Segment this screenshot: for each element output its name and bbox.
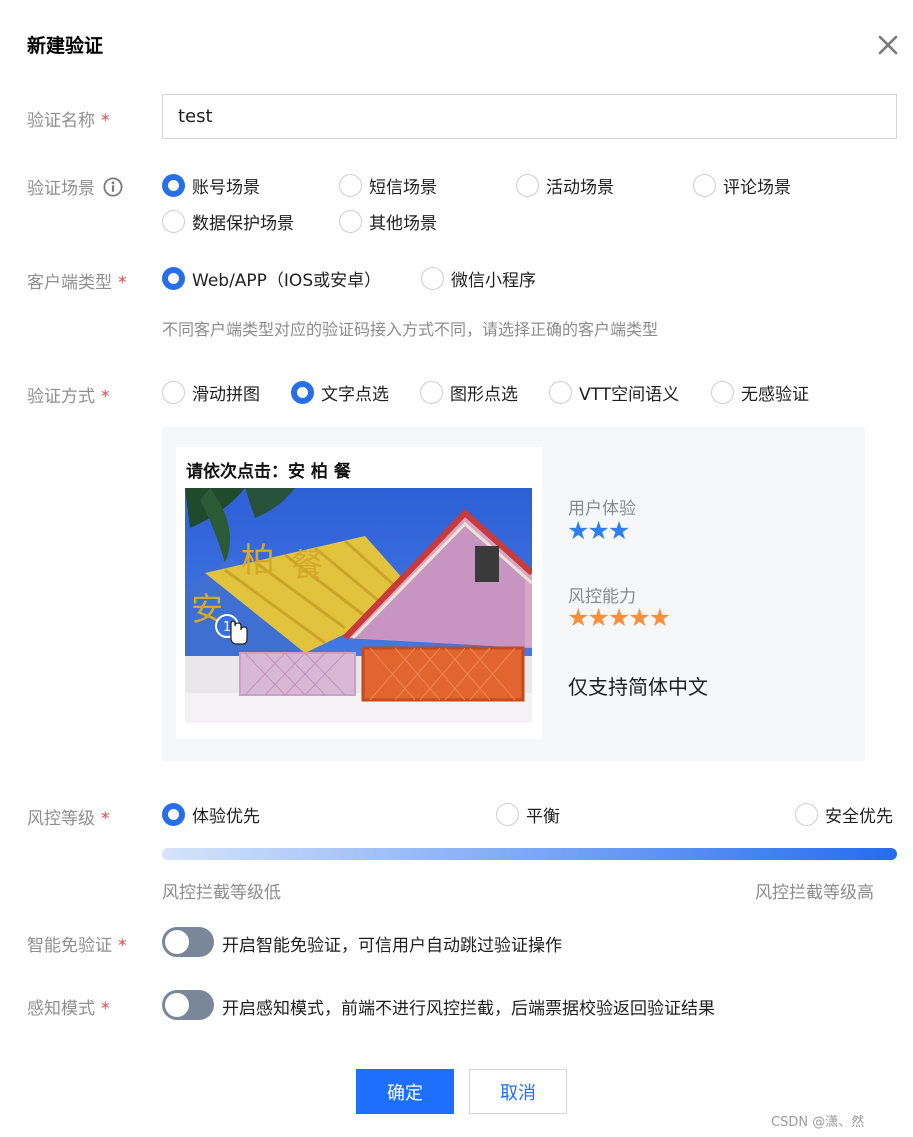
- info-icon[interactable]: [103, 177, 123, 197]
- scene-option-account[interactable]: 账号场景: [162, 173, 260, 198]
- confirm-button[interactable]: 确定: [356, 1069, 454, 1114]
- scene-option-other[interactable]: 其他场景: [339, 209, 437, 234]
- user-experience-stars: ★★★: [567, 516, 630, 545]
- close-icon[interactable]: [875, 32, 901, 58]
- risk-level-high-label: 风控拦截等级高: [755, 883, 874, 903]
- toggle-knob: [165, 930, 189, 954]
- radio-dot: [162, 174, 185, 197]
- radio-dot: [421, 267, 444, 290]
- required-mark: *: [101, 387, 110, 407]
- scene-option-sms[interactable]: 短信场景: [339, 173, 437, 198]
- required-mark: *: [118, 273, 127, 293]
- radio-dot: [693, 174, 716, 197]
- client-option-web-app[interactable]: Web/APP（IOS或安卓）: [162, 266, 381, 291]
- required-mark: *: [118, 936, 127, 956]
- method-option-text-click[interactable]: 文字点选: [291, 380, 389, 405]
- required-mark: *: [101, 809, 110, 829]
- method-option-invisible[interactable]: 无感验证: [711, 380, 809, 405]
- client-type-label: 客户端类型 *: [27, 273, 127, 293]
- radio-dot: [516, 174, 539, 197]
- method-option-slide-puzzle[interactable]: 滑动拼图: [162, 380, 260, 405]
- name-label: 验证名称 *: [27, 111, 110, 131]
- captcha-char: 餐: [291, 546, 323, 584]
- captcha-preview-card: 请依次点击：安 柏 餐 安 柏 餐 1: [176, 447, 542, 739]
- radio-dot: [162, 267, 185, 290]
- smart-skip-toggle[interactable]: [162, 927, 214, 957]
- captcha-char: 柏: [241, 541, 275, 581]
- language-support-note: 仅支持简体中文: [568, 675, 708, 699]
- cancel-button[interactable]: 取消: [469, 1069, 567, 1114]
- perception-description: 开启感知模式，前端不进行风控拦截，后端票据校验返回验证结果: [222, 999, 715, 1019]
- perception-toggle[interactable]: [162, 990, 214, 1020]
- method-label: 验证方式 *: [27, 387, 110, 407]
- scene-option-activity[interactable]: 活动场景: [516, 173, 614, 198]
- radio-dot: [420, 381, 443, 404]
- radio-dot: [162, 803, 185, 826]
- radio-dot: [291, 381, 314, 404]
- risk-level-label: 风控等级 *: [27, 809, 110, 829]
- client-option-wechat-miniprogram[interactable]: 微信小程序: [421, 266, 536, 291]
- required-mark: *: [101, 999, 110, 1019]
- radio-dot: [795, 803, 818, 826]
- method-option-image-click[interactable]: 图形点选: [420, 380, 518, 405]
- risk-option-experience-first[interactable]: 体验优先: [162, 802, 260, 827]
- risk-control-stars: ★★★★★: [567, 603, 671, 632]
- dialog-title: 新建验证: [27, 35, 104, 57]
- client-type-hint: 不同客户端类型对应的验证码接入方式不同，请选择正确的客户端类型: [162, 320, 659, 339]
- smart-skip-label: 智能免验证 *: [27, 936, 127, 956]
- risk-level-gradient-bar: [162, 848, 897, 860]
- risk-option-security-first[interactable]: 安全优先: [795, 802, 893, 827]
- method-preview-panel: 请依次点击：安 柏 餐 安 柏 餐 1 用户体验 ★★★ 风控能力 ★★★★★ …: [162, 427, 865, 761]
- perception-label: 感知模式 *: [27, 999, 110, 1019]
- captcha-instruction: 请依次点击：安 柏 餐: [186, 462, 351, 482]
- radio-dot: [339, 174, 362, 197]
- captcha-image: 安 柏 餐 1: [185, 488, 532, 723]
- scene-option-data-protection[interactable]: 数据保护场景: [162, 209, 294, 234]
- radio-dot: [162, 210, 185, 233]
- risk-level-low-label: 风控拦截等级低: [162, 883, 281, 903]
- radio-dot: [549, 381, 572, 404]
- watermark: CSDN @潇、然: [771, 1115, 865, 1130]
- toggle-knob: [165, 993, 189, 1017]
- scene-label: 验证场景: [27, 174, 123, 199]
- required-mark: *: [101, 111, 110, 131]
- smart-skip-description: 开启智能免验证，可信用户自动跳过验证操作: [222, 936, 562, 956]
- radio-dot: [162, 381, 185, 404]
- radio-dot: [496, 803, 519, 826]
- scene-option-comment[interactable]: 评论场景: [693, 173, 791, 198]
- click-marker-number: 1: [223, 620, 231, 635]
- name-input[interactable]: [162, 94, 897, 139]
- radio-dot: [711, 381, 734, 404]
- radio-dot: [339, 210, 362, 233]
- method-option-vtt[interactable]: VTT空间语义: [549, 380, 679, 405]
- risk-option-balanced[interactable]: 平衡: [496, 802, 560, 827]
